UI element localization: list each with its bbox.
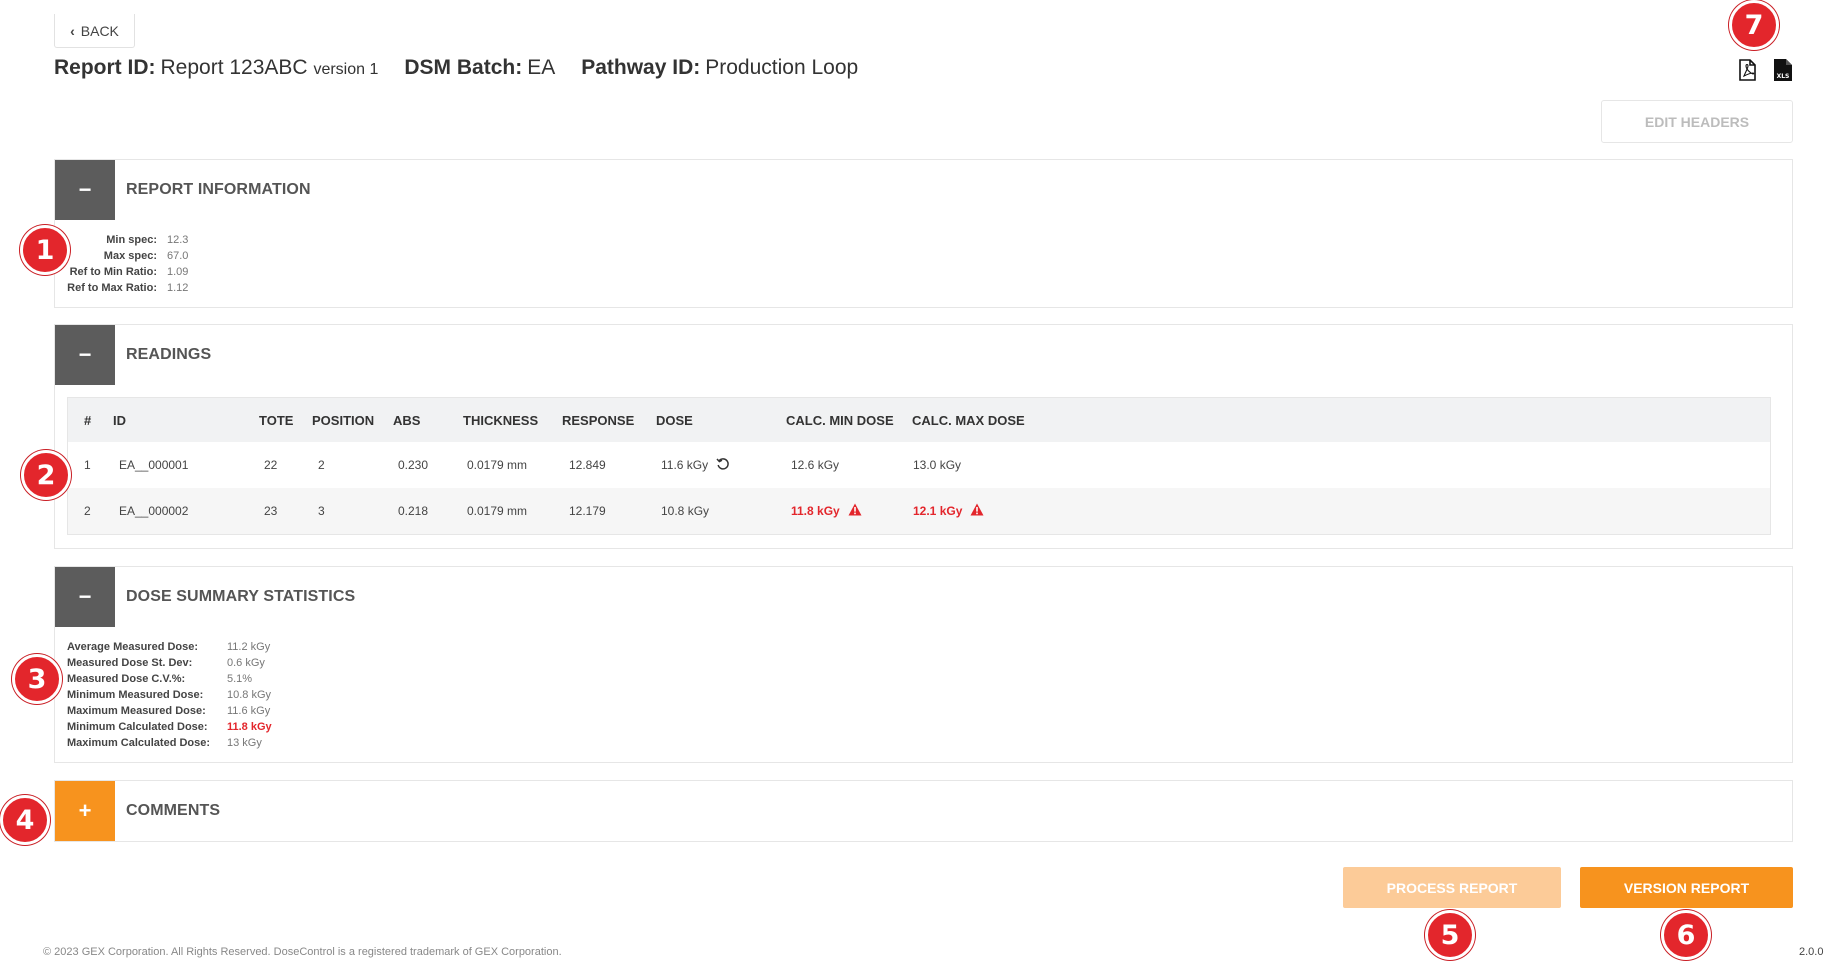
- expand-toggle[interactable]: +: [55, 781, 115, 841]
- comments-panel: + COMMENTS: [54, 780, 1793, 842]
- collapse-toggle[interactable]: −: [55, 160, 115, 220]
- warning-icon: [848, 503, 862, 519]
- annotation-badge: 1: [20, 225, 70, 275]
- column-header[interactable]: TOTE: [259, 413, 312, 428]
- back-label: BACK: [80, 22, 119, 39]
- column-header[interactable]: THICKNESS: [463, 413, 562, 428]
- dose-summary-panel: − DOSE SUMMARY STATISTICS Average Measur…: [54, 566, 1793, 763]
- panel-title: DOSE SUMMARY STATISTICS: [126, 588, 356, 605]
- back-button[interactable]: ‹ BACK: [54, 14, 135, 48]
- table-header: # ID TOTE POSITION ABS THICKNESS RESPONS…: [68, 398, 1770, 442]
- dose-summary-list: Average Measured Dose: 11.2 kGy Measured …: [67, 639, 272, 751]
- column-header[interactable]: CALC. MIN DOSE: [786, 413, 912, 428]
- column-header[interactable]: ID: [113, 413, 259, 428]
- list-item: Maximum Calculated Dose: 13 kGy: [67, 737, 262, 749]
- annotation-badge: 6: [1661, 910, 1711, 960]
- list-item: Ref to Min Ratio: 1.09: [69, 266, 189, 278]
- dose-summary-header[interactable]: − DOSE SUMMARY STATISTICS: [55, 567, 355, 627]
- column-header[interactable]: POSITION: [312, 413, 393, 428]
- panel-title: REPORT INFORMATION: [126, 181, 311, 198]
- column-header[interactable]: DOSE: [656, 413, 786, 428]
- list-item: Min spec: 12.3: [106, 234, 189, 246]
- column-header[interactable]: ABS: [393, 413, 463, 428]
- pathway-id: Pathway ID: Production Loop: [581, 56, 859, 79]
- app-version: 2.0.0: [1799, 946, 1824, 958]
- report-id: Report ID: Report 123ABC version 1: [54, 56, 379, 79]
- xls-export-icon[interactable]: XLS: [1771, 58, 1795, 82]
- readings-header[interactable]: − READINGS: [55, 325, 211, 385]
- list-item: Max spec: 67.0: [103, 250, 189, 262]
- annotation-badge: 7: [1729, 0, 1779, 50]
- list-item: Average Measured Dose: 11.2 kGy: [67, 641, 271, 653]
- collapse-toggle[interactable]: −: [55, 567, 115, 627]
- report-version: version 1: [313, 61, 379, 78]
- version-report-button[interactable]: VERSION REPORT: [1580, 867, 1793, 908]
- column-header[interactable]: CALC. MAX DOSE: [912, 413, 1052, 428]
- edit-headers-button[interactable]: EDIT HEADERS: [1601, 100, 1793, 143]
- list-item: Maximum Measured Dose: 11.6 kGy: [67, 705, 271, 717]
- readings-table: # ID TOTE POSITION ABS THICKNESS RESPONS…: [67, 397, 1771, 535]
- list-item: Measured Dose St. Dev: 0.6 kGy: [67, 657, 265, 669]
- warning-icon: [970, 503, 984, 519]
- panel-title: COMMENTS: [126, 802, 221, 819]
- annotation-badge: 4: [0, 795, 50, 845]
- column-header[interactable]: #: [68, 413, 113, 428]
- readings-panel: − READINGS # ID TOTE POSITION ABS THICKN…: [54, 324, 1793, 549]
- chevron-left-icon: ‹: [70, 22, 75, 39]
- panel-title: READINGS: [126, 346, 212, 363]
- report-info-list: Min spec: 12.3 Max spec: 67.0 Ref to Min R…: [55, 232, 188, 296]
- copyright-text: © 2023 GEX Corporation. All Rights Reser…: [43, 946, 562, 958]
- table-row[interactable]: 2 EA__000002 23 3 0.218 0.0179 mm 12.179…: [68, 488, 1770, 534]
- annotation-badge: 5: [1425, 910, 1475, 960]
- list-item: Ref to Max Ratio: 1.12: [67, 282, 189, 294]
- annotation-badge: 3: [12, 654, 62, 704]
- column-header[interactable]: RESPONSE: [562, 413, 656, 428]
- list-item: Measured Dose C.V.%: 5.1%: [67, 673, 253, 685]
- list-item: Minimum Measured Dose: 10.8 kGy: [67, 689, 272, 701]
- report-information-panel: − REPORT INFORMATION Min spec: 12.3 Max s…: [54, 159, 1793, 308]
- comments-header[interactable]: + COMMENTS: [55, 781, 220, 841]
- refresh-icon[interactable]: [716, 457, 730, 474]
- collapse-toggle[interactable]: −: [55, 325, 115, 385]
- pdf-export-icon[interactable]: [1736, 58, 1760, 82]
- list-item: Minimum Calculated Dose: 11.8 kGy: [67, 721, 272, 733]
- report-information-header[interactable]: − REPORT INFORMATION: [55, 160, 311, 220]
- report-header: Report ID: Report 123ABC version 1 DSM Ba…: [54, 56, 884, 80]
- process-report-button[interactable]: PROCESS REPORT: [1343, 867, 1561, 908]
- svg-text:XLS: XLS: [1777, 73, 1790, 80]
- annotation-badge: 2: [21, 450, 71, 500]
- dsm-batch: DSM Batch: EA: [404, 56, 556, 79]
- table-row[interactable]: 1 EA__000001 22 2 0.230 0.0179 mm 12.849…: [68, 442, 1770, 488]
